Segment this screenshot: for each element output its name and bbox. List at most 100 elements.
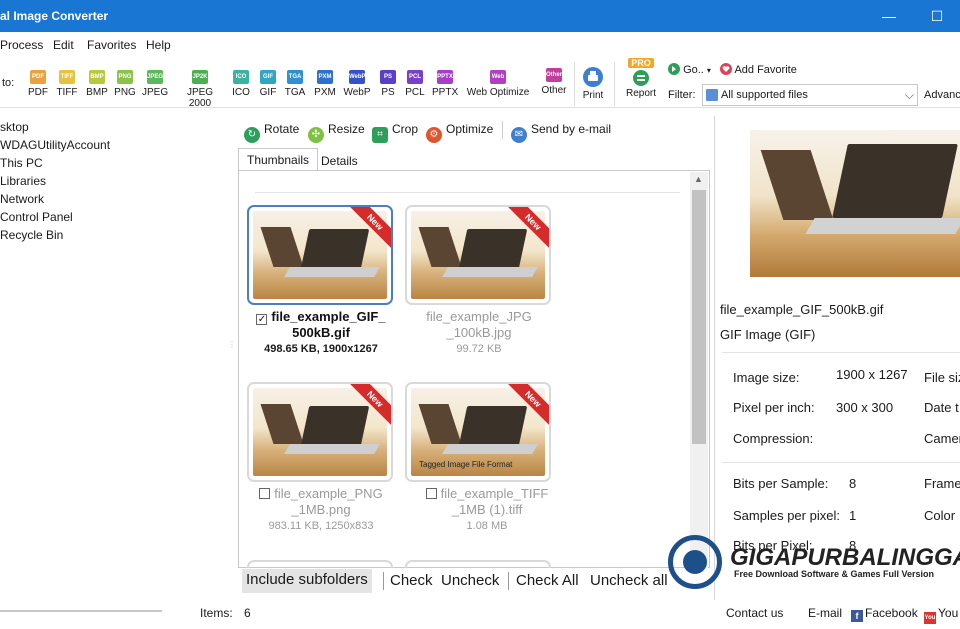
ps-icon: PS xyxy=(380,70,396,84)
crop-button[interactable]: ⌗ Crop xyxy=(372,122,418,143)
thumbnail-card-jpg[interactable]: New xyxy=(405,205,551,305)
format-pcl-button[interactable]: PCL PCL xyxy=(404,70,426,98)
format-label: TIFF xyxy=(56,87,78,98)
printer-icon xyxy=(583,67,603,87)
preview-filename: file_example_GIF_500kB.gif xyxy=(720,302,884,317)
crop-label: Crop xyxy=(392,122,419,136)
format-label: PS xyxy=(381,87,395,98)
properties-divider xyxy=(722,352,960,353)
format-pptx-button[interactable]: PPTX PPTX xyxy=(432,70,458,98)
file-size-label: File siz xyxy=(924,370,960,385)
format-bmp-button[interactable]: BMP BMP xyxy=(85,70,109,98)
format-label: Web Optimize xyxy=(466,87,530,98)
tree-item-control-panel[interactable]: Control Panel xyxy=(0,210,73,224)
menu-help[interactable]: Help xyxy=(146,38,171,52)
send-by-email-button[interactable]: ✉ Send by e-mail xyxy=(511,122,611,143)
rotate-button[interactable]: ↻ Rotate xyxy=(244,122,299,143)
advanced-filter-link[interactable]: Advanc xyxy=(924,89,960,101)
format-label: ICO xyxy=(232,87,250,98)
include-subfolders-toggle[interactable]: Include subfolders xyxy=(242,569,372,593)
format-pxm-button[interactable]: PXM PXM xyxy=(313,70,337,98)
uncheck-all-button[interactable]: Uncheck all xyxy=(590,572,668,589)
filename-line-1: file_example_PNG xyxy=(274,486,383,501)
frames-label: Frame xyxy=(924,476,960,491)
add-favorite-button[interactable]: Add Favorite xyxy=(720,63,797,76)
format-pdf-button[interactable]: PDF PDF xyxy=(28,70,48,98)
scroll-up-icon[interactable]: ▲ xyxy=(694,174,703,184)
add-favorite-label: Add Favorite xyxy=(734,64,797,76)
preview-filetype: GIF Image (GIF) xyxy=(720,327,816,342)
youtube-link[interactable]: You You xyxy=(924,606,958,624)
report-button[interactable]: PRO Report xyxy=(622,58,660,99)
filename-line-2: _1MB.png xyxy=(291,502,351,517)
format-tiff-button[interactable]: TIFF TIFF xyxy=(55,70,79,98)
tree-item-desktop[interactable]: sktop xyxy=(0,120,29,134)
thumbnail-card-gif[interactable]: New xyxy=(247,205,393,305)
menu-process[interactable]: Process xyxy=(0,38,43,52)
resize-button[interactable]: ✣ Resize xyxy=(308,122,365,143)
format-gif-button[interactable]: GIF GIF xyxy=(258,70,278,98)
format-jpeg-button[interactable]: JPEG JPEG xyxy=(142,70,168,98)
format-png-button[interactable]: PNG PNG xyxy=(114,70,136,98)
optimize-gear-icon: ⚙ xyxy=(426,127,442,143)
watermark-subtitle: Free Download Software & Games Full Vers… xyxy=(734,569,935,579)
print-button[interactable]: Print xyxy=(580,66,606,101)
uncheck-button[interactable]: Uncheck xyxy=(441,572,499,589)
tree-item-libraries[interactable]: Libraries xyxy=(0,174,46,188)
go-label: Go.. xyxy=(683,64,704,76)
thumbnail-meta: 99.72 KB xyxy=(456,343,502,355)
tree-item-this-pc[interactable]: This PC xyxy=(0,156,43,170)
format-other-button[interactable]: Other Other xyxy=(539,68,569,96)
image-file-icon xyxy=(706,89,718,101)
scrollbar-thumb[interactable] xyxy=(692,190,706,444)
thumbnail-card-tiff[interactable]: New Tagged Image File Format xyxy=(405,382,551,482)
tab-details[interactable]: Details xyxy=(313,150,366,172)
tree-item-recycle-bin[interactable]: Recycle Bin xyxy=(0,228,63,242)
convert-to-label: to: xyxy=(2,77,15,89)
email-link[interactable]: E-mail xyxy=(808,606,842,620)
thumbnail-checkbox[interactable] xyxy=(425,488,437,499)
check-button[interactable]: Check xyxy=(390,572,433,589)
thumbnail-card-partial[interactable] xyxy=(247,560,393,568)
facebook-link[interactable]: f Facebook xyxy=(851,606,918,622)
thumbnail-meta: 1.08 MB xyxy=(466,520,508,532)
splitter-handle[interactable]: ⋮ xyxy=(228,340,236,349)
tree-item-network[interactable]: Network xyxy=(0,192,44,206)
thumbnail-card-png[interactable]: New xyxy=(247,382,393,482)
options-separator xyxy=(383,572,384,590)
go-button[interactable]: Go.. ▾ xyxy=(668,63,711,76)
format-label: GIF xyxy=(259,87,277,98)
format-webp-button[interactable]: WebP WebP xyxy=(343,70,371,98)
webp-icon: WebP xyxy=(349,70,366,84)
format-ps-button[interactable]: PS PS xyxy=(379,70,397,98)
contact-us-link[interactable]: Contact us xyxy=(726,606,783,620)
thumbnail-checkbox[interactable] xyxy=(259,488,271,499)
optimize-button[interactable]: ⚙ Optimize xyxy=(426,122,493,143)
youtube-icon: You xyxy=(924,612,936,624)
filename-line-1: file_example_GIF_ xyxy=(271,309,386,324)
menu-favorites[interactable]: Favorites xyxy=(87,38,136,52)
format-web-optimize-button[interactable]: Web Web Optimize xyxy=(466,70,530,98)
format-tga-button[interactable]: TGA TGA xyxy=(284,70,306,98)
watermark-logo-icon xyxy=(668,535,722,589)
thumbnail-filename: file_example_PNG _1MB.png xyxy=(246,486,396,518)
maximize-button[interactable]: ☐ xyxy=(928,7,946,25)
minimize-button[interactable]: — xyxy=(880,7,898,25)
format-label: JPEG 2000 xyxy=(186,87,214,109)
thumbnail-card-partial[interactable] xyxy=(405,560,551,568)
format-jpeg2000-button[interactable]: JP2K JPEG 2000 xyxy=(175,70,225,109)
tree-item-user[interactable]: WDAGUtilityAccount xyxy=(0,138,110,152)
thumbnail-scrollbar[interactable]: ▲ xyxy=(690,172,708,568)
check-all-button[interactable]: Check All xyxy=(516,572,579,589)
tab-thumbnails[interactable]: Thumbnails xyxy=(238,148,319,170)
status-bar: Items: 6 Contact us E-mail f Facebook You… xyxy=(0,600,960,629)
web-optimize-icon: Web xyxy=(490,70,506,84)
filename-line-2: _1MB (1).tiff xyxy=(451,502,523,517)
filter-select[interactable]: All supported files ⌵ xyxy=(702,84,918,106)
menu-edit[interactable]: Edit xyxy=(53,38,74,52)
thumbnail-filename: ✓ file_example_GIF_ 500kB.gif xyxy=(246,309,396,341)
filter-value: All supported files xyxy=(721,89,808,101)
rotate-icon: ↻ xyxy=(244,127,260,143)
format-ico-button[interactable]: ICO ICO xyxy=(231,70,251,98)
thumbnail-checkbox[interactable]: ✓ xyxy=(256,314,268,325)
